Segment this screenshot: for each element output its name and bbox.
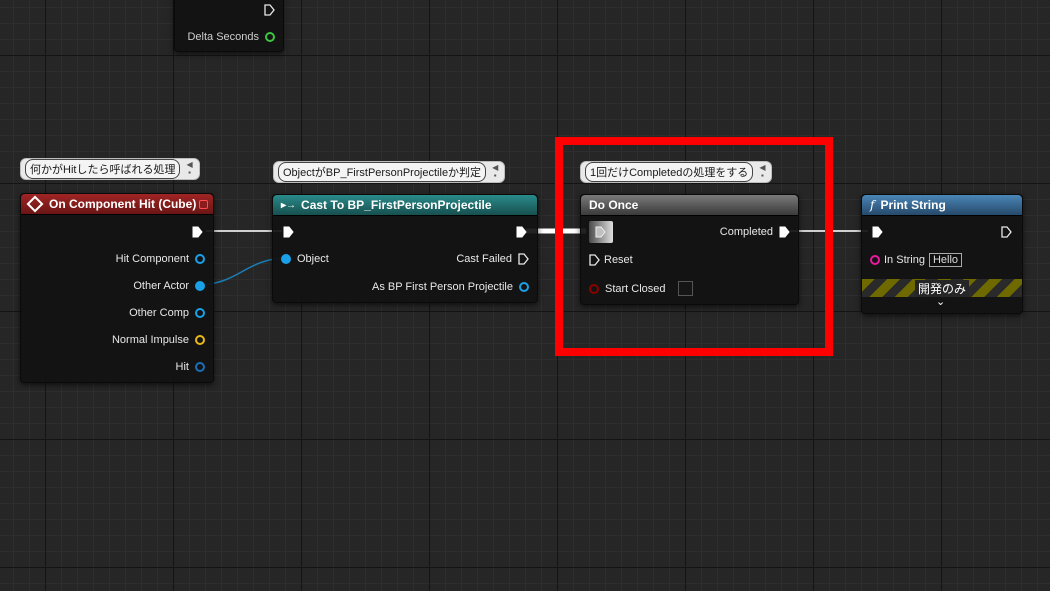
print-string-node[interactable]: f Print String In String Hello 開発のみ ⌄	[861, 194, 1023, 314]
other-actor-label: Other Actor	[133, 280, 189, 292]
event-diamond-icon	[26, 195, 44, 213]
print-node-header[interactable]: f Print String	[862, 195, 1022, 216]
object-pin[interactable]	[281, 254, 291, 264]
in-string-label: In String	[884, 254, 925, 266]
other-comp-label: Other Comp	[129, 307, 189, 319]
event-node-title: On Component Hit (Cube)	[49, 197, 197, 211]
object-pin[interactable]	[519, 282, 529, 292]
exec-out-pin[interactable]	[516, 226, 527, 238]
highlight-box	[555, 137, 833, 356]
exec-out-pin[interactable]	[192, 226, 203, 238]
tick-event-node[interactable]: Delta Seconds	[174, 0, 284, 52]
object-pin[interactable]	[195, 281, 205, 291]
print-node-title: Print String	[880, 198, 946, 212]
event-node-header[interactable]: On Component Hit (Cube)	[21, 194, 213, 215]
float-pin[interactable]	[265, 32, 275, 42]
exec-in-pin[interactable]	[283, 226, 294, 238]
cast-node-title: Cast To BP_FirstPersonProjectile	[301, 198, 492, 212]
hit-label: Hit	[175, 361, 189, 373]
as-projectile-label: As BP First Person Projectile	[371, 281, 513, 293]
exec-out-pin[interactable]	[1001, 226, 1012, 238]
normal-impulse-label: Normal Impulse	[111, 334, 189, 346]
object-pin[interactable]	[195, 308, 205, 318]
object-pin[interactable]	[195, 254, 205, 264]
event-node-on-component-hit[interactable]: On Component Hit (Cube) Hit Component Ot…	[20, 193, 214, 383]
exec-in-pin[interactable]	[872, 226, 883, 238]
exec-out-pin[interactable]	[264, 4, 275, 16]
pin-icon[interactable]: ◀ ▪	[492, 164, 498, 180]
exec-out-pin[interactable]	[518, 253, 529, 265]
cast-node-header[interactable]: ▸→ Cast To BP_FirstPersonProjectile	[273, 195, 537, 216]
struct-pin[interactable]	[195, 335, 205, 345]
hit-component-label: Hit Component	[115, 253, 189, 265]
struct-pin[interactable]	[195, 362, 205, 372]
replicate-icon	[199, 199, 208, 209]
comment-text: ObjectがBP_FirstPersonProjectileか判定	[278, 162, 487, 182]
function-icon: f	[870, 198, 875, 212]
comment-event[interactable]: 何かがHitしたら呼ばれる処理 ◀ ▪	[20, 158, 200, 180]
dev-only-label: 開発のみ	[914, 279, 969, 297]
cast-icon: ▸→	[281, 199, 297, 211]
delta-seconds-label: Delta Seconds	[187, 31, 259, 43]
cast-to-node[interactable]: ▸→ Cast To BP_FirstPersonProjectile Obje…	[272, 194, 538, 303]
comment-text: 何かがHitしたら呼ばれる処理	[25, 159, 181, 179]
string-pin[interactable]	[870, 255, 880, 265]
comment-cast[interactable]: ObjectがBP_FirstPersonProjectileか判定 ◀ ▪	[273, 161, 506, 183]
object-input-label: Object	[297, 253, 329, 265]
cast-failed-label: Cast Failed	[456, 253, 512, 265]
chevron-down-icon[interactable]: ⌄	[936, 295, 945, 308]
in-string-input[interactable]: Hello	[928, 253, 963, 267]
pin-icon[interactable]: ◀ ▪	[186, 161, 192, 177]
